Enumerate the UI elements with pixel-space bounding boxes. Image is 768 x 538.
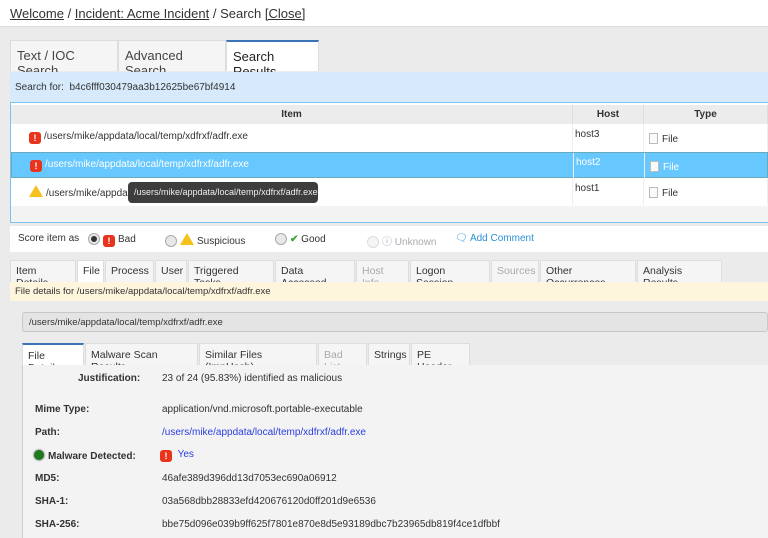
sha1-value: 03a568dbb28833efd420676120d0ff201d9e6536	[162, 496, 376, 507]
score-suspicious-label: Suspicious	[197, 236, 246, 247]
table-row[interactable]: /users/mike/appdata/local/temp/xdfrxf/ad…	[11, 179, 768, 205]
tab-file[interactable]: File	[77, 260, 104, 282]
mime-type-label: Mime Type:	[35, 404, 90, 415]
justification-value: 23 of 24 (95.83%) identified as maliciou…	[162, 373, 343, 384]
file-icon	[650, 161, 659, 172]
file-icon	[649, 133, 658, 144]
sha256-value: bbe75d096e039b9ff625f7801e870e8d5e93189d…	[162, 519, 500, 530]
row-host: host2	[574, 153, 645, 179]
row-host: host1	[573, 179, 644, 205]
tab-host-info[interactable]: Host Info	[356, 260, 409, 289]
column-header-host[interactable]: Host	[573, 105, 644, 124]
tab-text-ioc-search[interactable]: Text / IOC Search	[10, 40, 118, 78]
malware-detected-value: ! Yes	[160, 449, 194, 462]
table-row-selected[interactable]: !/users/mike/appdata/local/temp/xdfrxf/a…	[11, 152, 768, 179]
breadcrumb: Welcome / Incident: Acme Incident / Sear…	[0, 0, 768, 27]
malware-yes: Yes	[177, 449, 194, 460]
tab-data-accessed[interactable]: Data Accessed	[275, 260, 355, 289]
tab-similar-files[interactable]: Similar Files (ImpHash)	[199, 343, 317, 373]
column-header-type[interactable]: Type	[644, 105, 768, 124]
score-bar: Score item as ! Bad Suspicious ✔ Good ⓘ U…	[10, 226, 768, 252]
search-for-bar: Search for: b4c6fff030479aa3b12625be67bf…	[10, 72, 768, 102]
md5-value: 46afe389d396dd13d7053ec690a06912	[162, 473, 337, 484]
file-details-header: File details for /users/mike/appdata/loc…	[10, 282, 768, 301]
results-grid: Item Host Type !/users/mike/appdata/loca…	[10, 102, 768, 223]
tab-malware-scan-results[interactable]: Malware Scan Results	[85, 343, 198, 373]
breadcrumb-welcome[interactable]: Welcome	[10, 6, 64, 21]
path-link[interactable]: /users/mike/appdata/local/temp/xdfrxf/ad…	[162, 427, 366, 438]
md5-label: MD5:	[35, 473, 60, 484]
tab-user[interactable]: User	[155, 260, 187, 282]
tab-triggered-tasks[interactable]: Triggered Tasks	[188, 260, 274, 289]
tab-pe-header[interactable]: PE Header	[411, 343, 470, 373]
table-row[interactable]: !/users/mike/appdata/local/temp/xdfrxf/a…	[11, 125, 768, 151]
tab-search-results[interactable]: Search Results	[226, 40, 319, 79]
radio-good[interactable]	[275, 233, 287, 245]
column-header-item[interactable]: Item	[11, 105, 573, 124]
justification-label: Justification:	[78, 373, 141, 384]
close-link[interactable]: [Close]	[265, 6, 305, 21]
file-icon	[649, 187, 658, 198]
score-good-option[interactable]: ✔ Good	[275, 233, 326, 245]
sha256-label: SHA-256:	[35, 519, 80, 530]
status-dot-icon	[34, 450, 44, 460]
tab-logon-session[interactable]: Logon Session	[410, 260, 490, 289]
file-details-panel: Justification: 23 of 24 (95.83%) identif…	[22, 365, 768, 538]
tab-analysis-results[interactable]: Analysis Results	[637, 260, 722, 289]
search-for-label: Search for:	[15, 82, 64, 93]
breadcrumb-incident[interactable]: Incident: Acme Incident	[75, 6, 209, 21]
empty-row	[11, 206, 768, 222]
score-bad-option[interactable]: ! Bad	[88, 233, 136, 247]
row-type: File	[662, 188, 679, 199]
check-icon: ✔	[290, 234, 299, 245]
score-suspicious-option[interactable]: Suspicious	[165, 233, 245, 247]
search-for-value: b4c6fff030479aa3b12625be67bf4914	[69, 82, 236, 93]
tab-other-occurrences[interactable]: Other Occurrences	[540, 260, 636, 289]
bad-icon: !	[160, 450, 172, 462]
breadcrumb-current: Search	[220, 6, 262, 21]
row-type: File	[663, 162, 680, 173]
row-item: /users/mike/appdata/local/temp/xdfrxf/ad…	[45, 159, 249, 170]
tab-strings[interactable]: Strings	[368, 343, 410, 365]
tab-bad-list[interactable]: Bad List	[318, 343, 367, 373]
radio-bad[interactable]	[88, 233, 100, 245]
path-label: Path:	[35, 427, 60, 438]
score-unknown-option[interactable]: ⓘ Unknown	[367, 233, 436, 248]
malware-detected-text: Malware Detected:	[48, 451, 136, 462]
add-comment-button[interactable]: 🗨 Add Comment	[455, 233, 534, 244]
tab-file-details[interactable]: File Details	[22, 343, 84, 374]
mime-type-value: application/vnd.microsoft.portable-execu…	[162, 404, 363, 415]
score-unknown-label: Unknown	[394, 237, 437, 248]
add-comment-label: Add Comment	[469, 233, 534, 244]
path-bar[interactable]: /users/mike/appdata/local/temp/xdfrxf/ad…	[22, 312, 768, 332]
row-item: /users/mike/appdata/local/temp/xdfrxf/ad…	[44, 131, 248, 142]
comment-icon: 🗨	[455, 233, 468, 244]
score-bad-label: Bad	[118, 234, 136, 245]
bad-icon: !	[29, 132, 41, 144]
score-good-label: Good	[301, 234, 326, 245]
tooltip: /users/mike/appdata/local/temp/xdfrxf/ad…	[128, 182, 318, 203]
score-label: Score item as	[18, 233, 80, 244]
warning-icon	[29, 185, 43, 197]
radio-suspicious[interactable]	[165, 235, 177, 247]
row-type: File	[662, 134, 679, 145]
malware-detected-label: Malware Detected:	[34, 450, 136, 462]
bad-icon: !	[30, 160, 42, 172]
tab-sources[interactable]: Sources	[491, 260, 539, 282]
tab-process[interactable]: Process	[105, 260, 154, 282]
tab-item-details[interactable]: Item Details	[10, 260, 76, 289]
bad-icon: !	[103, 235, 115, 247]
warning-icon	[180, 233, 194, 245]
tab-advanced-search[interactable]: Advanced Search	[118, 40, 226, 78]
sha1-label: SHA-1:	[35, 496, 69, 507]
question-icon: ⓘ	[382, 237, 392, 248]
row-host: host3	[573, 125, 644, 151]
radio-unknown[interactable]	[367, 236, 379, 248]
